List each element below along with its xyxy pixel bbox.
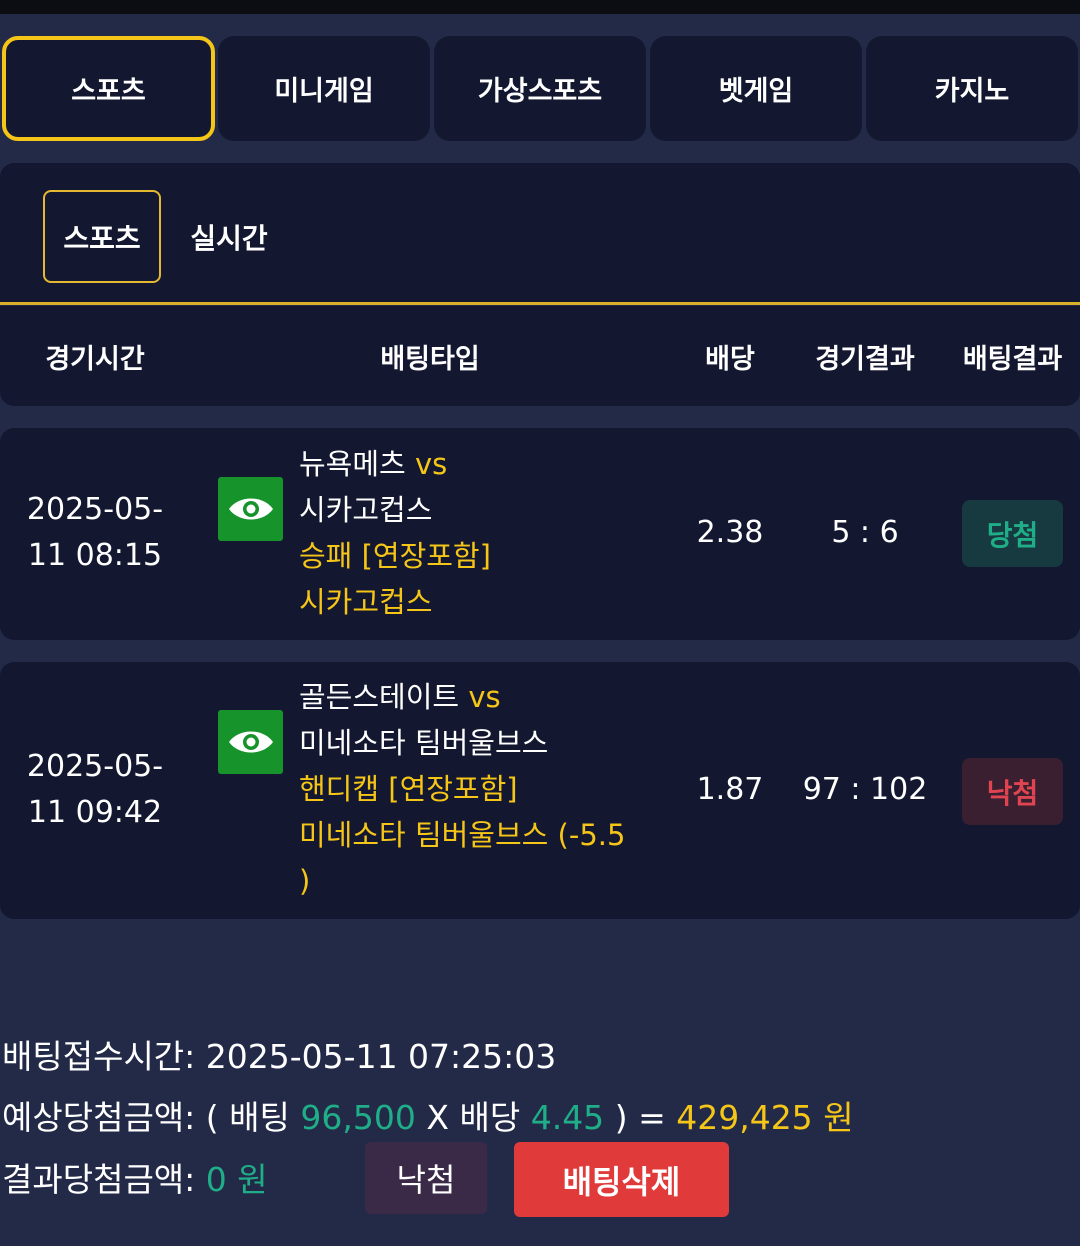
- expected-unit: 원: [823, 1098, 854, 1137]
- bet-time-line: 배팅접수시간: 2025-05-11 07:25:03: [2, 1030, 556, 1078]
- bet-word: 배팅: [229, 1098, 290, 1137]
- subtab-sports[interactable]: 스포츠: [43, 190, 161, 283]
- tab-betgame[interactable]: 벳게임: [650, 36, 862, 141]
- total-odds: 4.45: [530, 1098, 605, 1137]
- result-badge-lose: 낙첨: [962, 758, 1063, 825]
- odds-value: 2.38: [696, 515, 764, 550]
- header-odds: 배당: [705, 343, 755, 375]
- table-row: 2025-05- 11 09:42 골든스테이트 vs 미네소타 팀버울브스 핸…: [0, 662, 1080, 919]
- game-score: 5 : 6: [831, 515, 899, 550]
- open-paren: (: [205, 1098, 219, 1137]
- bet-type-info: 골든스테이트 vs 미네소타 팀버울브스 핸디캡 [연장포함] 미네소타 팀버울…: [299, 674, 659, 904]
- vs-label: vs: [468, 680, 501, 714]
- eye-icon: [228, 498, 273, 520]
- result-label: 결과당첨금액:: [2, 1160, 196, 1199]
- tab-sports[interactable]: 스포츠: [2, 36, 215, 141]
- status-lose-button[interactable]: 낙첨: [365, 1142, 487, 1214]
- expected-label: 예상당첨금액:: [2, 1098, 196, 1137]
- result-amount: 0: [205, 1160, 227, 1199]
- tab-virtual-sports[interactable]: 가상스포츠: [434, 36, 646, 141]
- header-bet-type: 배팅타입: [380, 343, 480, 375]
- subtab-live[interactable]: 실시간: [170, 190, 288, 283]
- match-date: 2025-05-: [26, 749, 164, 784]
- eye-icon: [228, 731, 273, 753]
- delete-bet-button[interactable]: 배팅삭제: [514, 1142, 729, 1217]
- market-name: 승패 [연장포함]: [299, 539, 491, 573]
- odds-value: 1.87: [696, 772, 764, 807]
- view-detail-button[interactable]: [218, 710, 283, 774]
- table-row: 2025-05- 11 08:15 뉴욕메츠 vs 시카고컵스 승패 [연장포함…: [0, 428, 1080, 640]
- header-time: 경기시간: [45, 343, 145, 375]
- away-team: 미네소타 팀버울브스: [299, 726, 549, 760]
- header-game-result: 경기결과: [815, 343, 915, 375]
- vs-label: vs: [414, 447, 448, 481]
- bet-type-info: 뉴욕메츠 vs 시카고컵스 승패 [연장포함] 시카고컵스: [299, 441, 659, 625]
- game-score: 97 : 102: [802, 772, 928, 807]
- result-badge-win: 당첨: [962, 500, 1063, 567]
- home-team: 골든스테이트: [299, 680, 460, 714]
- table-header: 경기시간 배팅타입 배당 경기결과 배팅결과: [0, 306, 1080, 406]
- tab-minigame[interactable]: 미니게임: [218, 36, 430, 141]
- header-bet-result: 배팅결과: [962, 343, 1063, 375]
- match-clock: 11 09:42: [27, 795, 163, 830]
- tab-casino[interactable]: 카지노: [866, 36, 1078, 141]
- close-paren: ): [614, 1098, 628, 1137]
- expected-amount: 429,425: [676, 1098, 813, 1137]
- odds-word: 배당: [459, 1098, 521, 1137]
- bet-time-label: 배팅접수시간:: [2, 1037, 196, 1076]
- bet-pick: 시카고컵스: [299, 585, 433, 619]
- bet-pick-cont: ): [299, 864, 311, 898]
- bet-pick: 미네소타 팀버울브스 (-5.5: [299, 818, 626, 852]
- match-clock: 11 08:15: [27, 538, 163, 573]
- view-detail-button[interactable]: [218, 477, 283, 541]
- home-team: 뉴욕메츠: [299, 447, 406, 481]
- match-date: 2025-05-: [26, 492, 164, 527]
- match-time: 2025-05- 11 09:42: [0, 744, 190, 836]
- match-time: 2025-05- 11 08:15: [0, 487, 190, 579]
- away-team: 시카고컵스: [299, 493, 433, 527]
- times-sign: X: [426, 1098, 449, 1137]
- top-status-bar: [0, 0, 1080, 14]
- expected-win-line: 예상당첨금액: ( 배팅 96,500 X 배당 4.45 ) = 429,42…: [2, 1091, 854, 1139]
- equals-sign: =: [638, 1098, 666, 1137]
- result-win-line: 결과당첨금액: 0 원: [2, 1153, 268, 1201]
- sub-tab-panel: 스포츠 실시간: [0, 163, 1080, 305]
- result-unit: 원: [237, 1160, 268, 1199]
- bet-amount: 96,500: [300, 1098, 416, 1137]
- market-name: 핸디캡 [연장포함]: [299, 772, 518, 806]
- bet-time-value: 2025-05-11 07:25:03: [205, 1037, 557, 1076]
